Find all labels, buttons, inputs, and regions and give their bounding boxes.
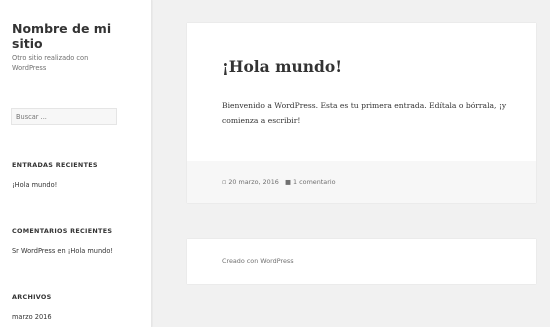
post-meta-footer: ▫ 20 marzo, 2016 ■ 1 comentario <box>187 161 536 203</box>
site-title[interactable]: Nombre de mi sitio <box>12 21 142 51</box>
post-content: Bienvenido a WordPress. Esta es tu prime… <box>222 101 507 125</box>
comment-post-link[interactable]: ¡Hola mundo! <box>68 247 113 255</box>
post-date[interactable]: ▫ 20 marzo, 2016 <box>222 178 279 186</box>
post-comments[interactable]: ■ 1 comentario <box>285 178 336 186</box>
recent-comment-item: Sr WordPress en ¡Hola mundo! <box>12 247 113 255</box>
search-input[interactable] <box>11 108 117 125</box>
comment-icon: ■ <box>285 178 292 186</box>
post-date-text: 20 marzo, 2016 <box>228 178 279 186</box>
post-article: ¡Hola mundo! Bienvenido a WordPress. Est… <box>187 23 536 203</box>
post-comments-text: 1 comentario <box>293 178 336 186</box>
post-title[interactable]: ¡Hola mundo! <box>222 57 342 76</box>
comment-author-link[interactable]: Sr WordPress <box>12 247 55 255</box>
recent-post-link[interactable]: ¡Hola mundo! <box>12 181 57 189</box>
footer-credit-link[interactable]: Creado con WordPress <box>222 257 294 265</box>
archive-link[interactable]: marzo 2016 <box>12 313 52 321</box>
site-footer: Creado con WordPress <box>187 239 536 284</box>
calendar-icon: ▫ <box>222 178 227 186</box>
sidebar: Nombre de mi sitio Otro sitio realizado … <box>0 0 152 327</box>
archives-title: ARCHIVOS <box>12 293 52 301</box>
recent-comments-title: COMENTARIOS RECIENTES <box>12 227 113 235</box>
site-description: Otro sitio realizado con WordPress <box>12 54 89 72</box>
recent-posts-title: ENTRADAS RECIENTES <box>12 161 98 169</box>
comment-connector: en <box>57 247 66 255</box>
